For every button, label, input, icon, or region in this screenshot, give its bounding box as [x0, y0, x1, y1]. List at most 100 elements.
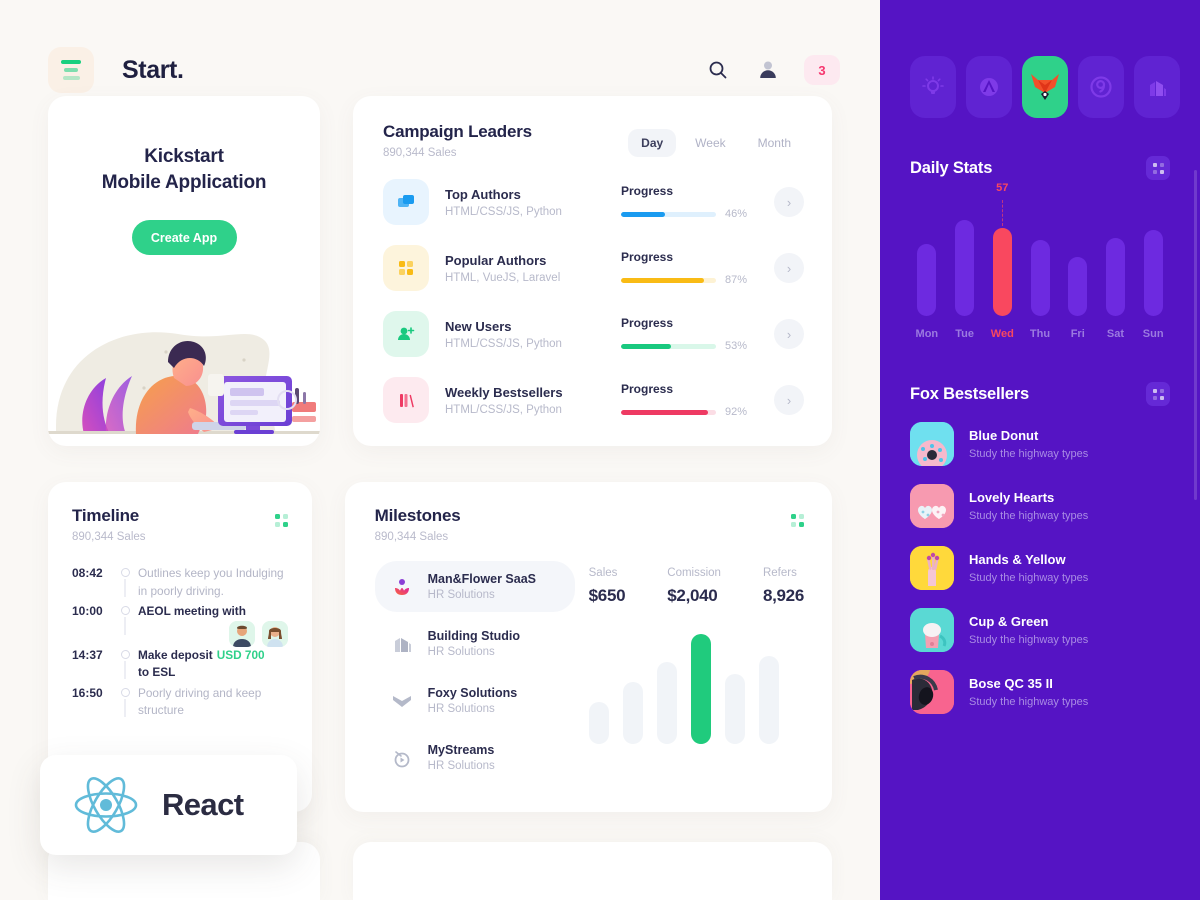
daily-stats-column: 57 — [983, 182, 1021, 316]
tab-month[interactable]: Month — [745, 129, 804, 157]
list-item[interactable]: MyStreams HR Solutions — [375, 732, 575, 783]
chevron-right-icon[interactable]: › — [774, 385, 804, 415]
notification-badge[interactable]: 3 — [804, 55, 840, 85]
list-item[interactable]: Lovely Hearts Study the highway types — [910, 484, 1172, 528]
sidebar-scrollbar[interactable] — [1194, 170, 1197, 500]
milestones-bar[interactable] — [758, 656, 779, 744]
stat-comission: Comission $2,040 — [667, 567, 721, 606]
daily-stats-day-labels: Mon Tue Wed Thu Fri Sat Sun — [908, 328, 1172, 340]
tab-week[interactable]: Week — [682, 129, 738, 157]
timeline-time: 08:42 — [72, 566, 103, 580]
daily-stats-bar[interactable] — [1143, 230, 1163, 316]
table-row[interactable]: Top Authors HTML/CSS/JS, Python Progress… — [383, 179, 804, 225]
list-item[interactable]: Hands & Yellow Study the highway types — [910, 546, 1172, 590]
timeline-avatars — [228, 620, 288, 647]
progress-label: Progress — [621, 250, 674, 264]
daily-stats-bar[interactable] — [955, 219, 975, 316]
progress-percent: 87% — [725, 274, 748, 286]
chevron-right-icon[interactable]: › — [774, 187, 804, 217]
search-icon[interactable] — [704, 56, 732, 84]
user-plus-icon — [383, 311, 429, 357]
headphones-photo — [910, 670, 954, 714]
progress-line: 92% — [621, 406, 751, 418]
cup-photo — [910, 608, 954, 652]
milestones-bar[interactable] — [588, 702, 609, 744]
avatar — [261, 620, 288, 647]
daily-stats-bar[interactable] — [917, 243, 937, 316]
hamburger-menu-icon[interactable] — [48, 47, 94, 93]
tv-play-icon — [389, 745, 415, 771]
list-item[interactable]: Cup & Green Study the highway types — [910, 608, 1172, 652]
milestones-bar[interactable] — [622, 682, 643, 744]
arrow-up-circle-icon[interactable] — [966, 56, 1012, 118]
react-badge-card[interactable]: React — [40, 755, 297, 855]
milestones-bar[interactable] — [656, 662, 677, 744]
grid-dots-icon[interactable] — [791, 506, 804, 527]
window-stack-icon — [383, 179, 429, 225]
list-item[interactable]: 10:00 AEOL meeting with — [72, 603, 288, 647]
daily-stats-bar[interactable] — [1030, 240, 1050, 316]
timeline-text: Outlines keep you Indulging in poorly dr… — [138, 566, 284, 598]
menu-bar-1 — [61, 60, 81, 64]
milestones-bar[interactable] — [724, 674, 745, 744]
grid-dots-icon[interactable] — [1146, 156, 1170, 180]
person-working-at-desk-illustration — [48, 332, 320, 434]
grid-dots-icon[interactable] — [1146, 382, 1170, 406]
list-item[interactable]: 08:42 Outlines keep you Indulging in poo… — [72, 565, 288, 603]
daily-stats-column — [1097, 198, 1135, 316]
create-app-button[interactable]: Create App — [131, 220, 237, 256]
list-item[interactable]: Building Studio HR Solutions — [375, 618, 575, 669]
daily-stats-bar[interactable] — [1105, 238, 1125, 316]
bestseller-name: Cup & Green — [969, 614, 1049, 629]
timeline-rail — [112, 603, 138, 635]
daily-stats-day-label: Tue — [955, 328, 974, 340]
list-item[interactable]: Man&Flower SaaS HR Solutions — [374, 561, 575, 612]
daily-stats-bar[interactable] — [992, 228, 1012, 316]
building-icon[interactable] — [1134, 56, 1180, 118]
progress-fill — [621, 211, 665, 217]
timeline-dot — [120, 568, 130, 577]
chevron-right-icon[interactable]: › — [774, 253, 804, 283]
nine-circle-icon[interactable] — [1078, 56, 1124, 118]
campaign-row-desc: HTML/CSS/JS, Python — [445, 337, 562, 350]
milestone-text: MyStreams HR Solutions — [428, 743, 495, 772]
progress-label: Progress — [621, 382, 674, 396]
list-item[interactable]: Bose QC 35 II Study the highway types — [910, 670, 1172, 714]
table-row[interactable]: New Users HTML/CSS/JS, Python Progress 5… — [383, 311, 804, 357]
fox-icon[interactable] — [1022, 56, 1068, 118]
progress-fill — [621, 343, 672, 349]
table-row[interactable]: Popular Authors HTML, VueJS, Laravel Pro… — [383, 245, 804, 291]
tab-day[interactable]: Day — [628, 129, 677, 157]
table-row[interactable]: Weekly Bestsellers HTML/CSS/JS, Python P… — [383, 377, 804, 423]
milestones-stats: Sales $650 Comission $2,040 Refers 8,926 — [589, 561, 805, 606]
chevron-right-icon[interactable]: › — [774, 319, 804, 349]
dashboard-app: Start. 3 Kickstart Mobile Application Cr… — [0, 0, 1200, 900]
timeline-text: AEOL meeting with — [138, 603, 288, 647]
list-item[interactable]: 14:37 Make deposit USD 700 to ESL — [72, 647, 288, 685]
timeline-rail — [112, 565, 138, 597]
timeline-rail — [112, 685, 138, 717]
campaign-progress: Progress 87% — [621, 250, 751, 286]
react-label: React — [162, 787, 244, 822]
milestones-bar[interactable] — [690, 634, 711, 744]
daily-stats-day-label: Thu — [1029, 328, 1051, 340]
user-avatar-icon[interactable] — [754, 56, 782, 84]
campaign-row-desc: HTML/CSS/JS, Python — [445, 205, 562, 218]
timeline-stem — [124, 698, 126, 717]
stat-label: Refers — [762, 567, 797, 579]
campaign-row-text: Popular Authors HTML, VueJS, Laravel — [445, 253, 621, 284]
lightbulb-icon[interactable] — [910, 56, 956, 118]
timeline-text-label: AEOL meeting with — [138, 604, 246, 618]
daily-stats-bar[interactable] — [1068, 257, 1088, 316]
bestseller-name: Hands & Yellow — [969, 552, 1066, 567]
dashboard-row-1: Kickstart Mobile Application Create App — [0, 96, 880, 446]
progress-track — [621, 211, 716, 217]
list-item[interactable]: Blue Donut Study the highway types — [910, 422, 1172, 466]
list-item[interactable]: Foxy Solutions HR Solutions — [375, 675, 575, 726]
grid-dots-icon[interactable] — [274, 506, 288, 527]
daily-stats-day-label: Sat — [1106, 328, 1125, 340]
milestones-bar-chart — [588, 624, 804, 744]
list-item[interactable]: 16:50 Poorly driving and keep structure — [72, 685, 288, 723]
timeline-time: 16:50 — [72, 685, 103, 700]
daily-stats-day-label: Mon — [915, 328, 939, 340]
